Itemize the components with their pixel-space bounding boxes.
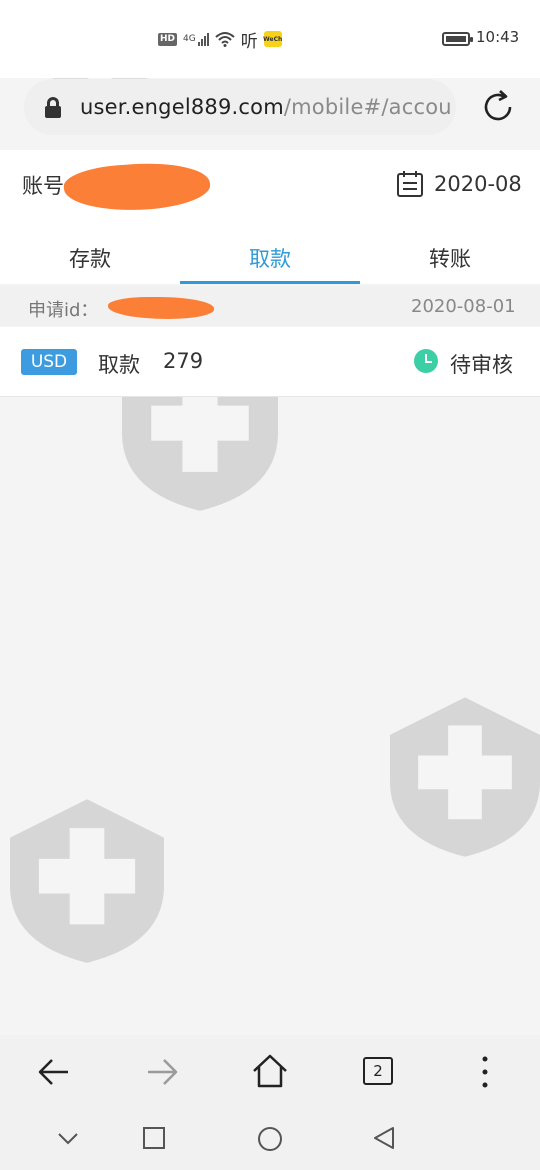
status-bar: HD 4G 听 WeCh 10:43 <box>0 0 540 78</box>
back-arrow-icon[interactable] <box>36 1054 72 1090</box>
request-group-header: 申请id： 2020-08-01 <box>0 286 540 326</box>
chevron-down-icon[interactable] <box>56 1128 80 1148</box>
calendar-icon[interactable] <box>396 170 424 198</box>
records-header: 账号 2020-08 存款 取款 转账 <box>0 150 540 284</box>
currency-badge: USD <box>21 349 77 375</box>
transaction-type: 取款 <box>98 353 140 377</box>
tab-withdraw[interactable]: 取款 <box>180 232 360 284</box>
square-icon[interactable] <box>142 1126 166 1150</box>
clock-time: 10:43 <box>476 28 520 46</box>
status-icons: HD 4G 听 WeCh <box>158 28 282 52</box>
url-text[interactable]: user.engel889.com/mobile#/accou <box>80 95 452 119</box>
request-date: 2020-08-01 <box>411 296 516 317</box>
signal-icon <box>197 32 209 46</box>
network-type-label: 4G <box>183 34 196 44</box>
shield-watermark-icon <box>390 697 540 857</box>
address-bar[interactable]: user.engel889.com/mobile#/accou <box>24 79 456 135</box>
circle-icon[interactable] <box>257 1126 283 1152</box>
redaction-mark <box>62 158 212 216</box>
app-badge-icon: WeCh <box>263 31 282 47</box>
tab-deposit[interactable]: 存款 <box>0 232 180 284</box>
transaction-status: 待审核 <box>450 353 513 377</box>
account-label: 账号 <box>22 174 64 198</box>
transaction-row[interactable]: USD 取款 279 待审核 <box>0 327 540 397</box>
lock-icon[interactable] <box>42 95 64 119</box>
pending-clock-icon <box>414 349 438 373</box>
tab-transfer[interactable]: 转账 <box>360 232 540 284</box>
battery-icon <box>442 32 473 46</box>
transaction-amount: 279 <box>163 349 204 373</box>
tabs-icon[interactable]: 2 <box>363 1057 393 1085</box>
triangle-back-icon[interactable] <box>372 1126 396 1150</box>
wifi-icon <box>215 32 235 47</box>
listen-label: 听 <box>240 31 258 52</box>
redaction-mark <box>108 297 214 319</box>
forward-arrow-icon[interactable] <box>144 1054 180 1090</box>
home-icon[interactable] <box>251 1052 289 1090</box>
more-icon[interactable] <box>478 1054 492 1090</box>
transaction-tabs: 存款 取款 转账 <box>0 232 540 284</box>
reload-icon[interactable] <box>478 87 518 127</box>
date-filter[interactable]: 2020-08 <box>434 172 522 196</box>
request-id-label: 申请id： <box>28 300 99 321</box>
hd-badge: HD <box>158 32 178 46</box>
url-host: user.engel889.com <box>80 95 284 119</box>
url-path: /mobile#/accou <box>283 95 452 119</box>
shield-watermark-icon <box>10 799 164 963</box>
